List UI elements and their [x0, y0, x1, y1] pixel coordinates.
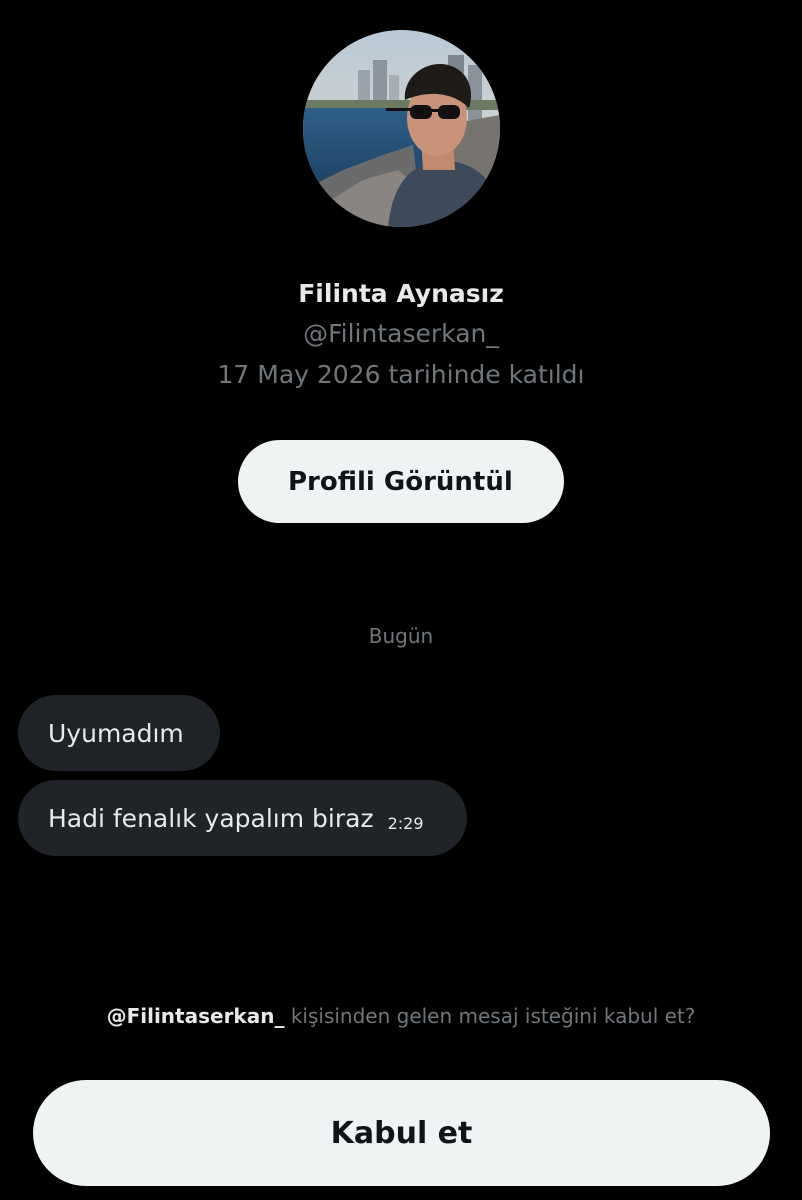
request-prompt-text: kişisinden gelen mesaj isteğini kabul et…	[284, 1004, 696, 1028]
message-bubble[interactable]: Hadi fenalık yapalım biraz 2:29	[18, 780, 467, 856]
request-handle: @Filintaserkan_	[106, 1004, 285, 1028]
accept-button[interactable]: Kabul et	[33, 1080, 770, 1186]
avatar-photo	[303, 30, 500, 227]
view-profile-label: Profili Görüntüle	[288, 466, 514, 497]
view-profile-button[interactable]: Profili Görüntüle	[238, 440, 564, 523]
message-request-prompt: @Filintaserkan_ kişisinden gelen mesaj i…	[0, 1002, 802, 1030]
message-bubble[interactable]: Uyumadım	[18, 695, 220, 771]
message-text: Hadi fenalık yapalım biraz	[48, 803, 374, 833]
avatar[interactable]	[303, 30, 500, 227]
profile-name: Filinta Aynasız	[298, 279, 504, 308]
message-text: Uyumadım	[48, 718, 184, 748]
message-timestamp: 2:29	[387, 813, 424, 833]
profile-joined-date: 17 May 2026 tarihinde katıldı	[217, 360, 585, 389]
profile-handle: @Filintaserkan_	[303, 319, 499, 348]
date-separator: Bugün	[368, 624, 434, 648]
accept-button-label: Kabul et	[330, 1115, 473, 1151]
